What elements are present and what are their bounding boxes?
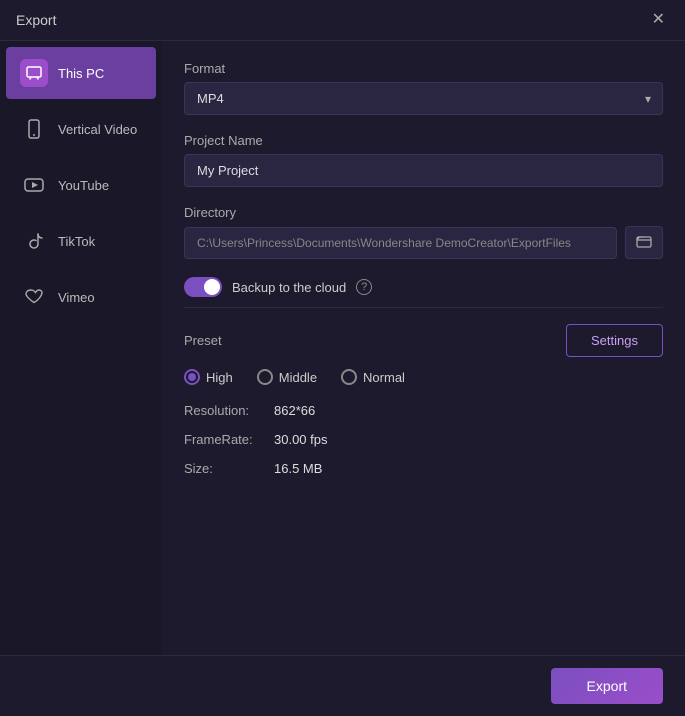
sidebar-item-youtube[interactable]: YouTube — [6, 159, 156, 211]
sidebar-item-label: TikTok — [58, 234, 95, 249]
browse-button[interactable] — [625, 226, 663, 259]
radio-high-outer — [184, 369, 200, 385]
youtube-icon — [20, 171, 48, 199]
format-group: Format MP4 MOV AVI GIF MP3 ▾ — [184, 61, 663, 115]
settings-button[interactable]: Settings — [566, 324, 663, 357]
format-label: Format — [184, 61, 663, 76]
sidebar-item-label: YouTube — [58, 178, 109, 193]
radio-high-inner — [188, 373, 196, 381]
sidebar: This PC Vertical Video YouTube — [0, 41, 162, 655]
radio-normal-label: Normal — [363, 370, 405, 385]
framerate-key: FrameRate: — [184, 432, 274, 447]
framerate-row: FrameRate: 30.00 fps — [184, 432, 663, 447]
sidebar-item-label: This PC — [58, 66, 104, 81]
size-value: 16.5 MB — [274, 461, 322, 476]
format-select-wrapper: MP4 MOV AVI GIF MP3 ▾ — [184, 82, 663, 115]
sidebar-item-label: Vimeo — [58, 290, 95, 305]
vimeo-icon — [20, 283, 48, 311]
sidebar-item-this-pc[interactable]: This PC — [6, 47, 156, 99]
close-button[interactable]: ✕ — [648, 10, 669, 30]
radio-high[interactable]: High — [184, 369, 233, 385]
export-button[interactable]: Export — [551, 668, 663, 704]
divider — [184, 307, 663, 308]
framerate-value: 30.00 fps — [274, 432, 328, 447]
cloud-backup-row: Backup to the cloud ? — [184, 277, 663, 297]
bottom-bar: Export — [0, 655, 685, 716]
sidebar-item-label: Vertical Video — [58, 122, 137, 137]
radio-middle-outer — [257, 369, 273, 385]
resolution-value: 862*66 — [274, 403, 315, 418]
preset-label: Preset — [184, 333, 222, 348]
directory-input[interactable] — [184, 227, 617, 259]
radio-high-label: High — [206, 370, 233, 385]
project-name-input[interactable] — [184, 154, 663, 187]
radio-normal-outer — [341, 369, 357, 385]
resolution-row: Resolution: 862*66 — [184, 403, 663, 418]
format-select[interactable]: MP4 MOV AVI GIF MP3 — [184, 82, 663, 115]
project-name-label: Project Name — [184, 133, 663, 148]
cloud-backup-label: Backup to the cloud — [232, 280, 346, 295]
directory-row — [184, 226, 663, 259]
tiktok-icon — [20, 227, 48, 255]
radio-normal[interactable]: Normal — [341, 369, 405, 385]
toggle-knob — [204, 279, 220, 295]
title-bar: Export ✕ — [0, 0, 685, 41]
main-layout: This PC Vertical Video YouTube — [0, 41, 685, 655]
phone-icon — [20, 115, 48, 143]
dialog-title: Export — [16, 12, 56, 28]
size-row: Size: 16.5 MB — [184, 461, 663, 476]
content-area: Format MP4 MOV AVI GIF MP3 ▾ Project Nam… — [162, 41, 685, 655]
project-name-group: Project Name — [184, 133, 663, 187]
radio-middle[interactable]: Middle — [257, 369, 317, 385]
sidebar-item-tiktok[interactable]: TikTok — [6, 215, 156, 267]
help-icon[interactable]: ? — [356, 279, 372, 295]
size-key: Size: — [184, 461, 274, 476]
monitor-icon — [20, 59, 48, 87]
radio-middle-label: Middle — [279, 370, 317, 385]
preset-radio-group: High Middle Normal — [184, 369, 663, 385]
sidebar-item-vimeo[interactable]: Vimeo — [6, 271, 156, 323]
sidebar-item-vertical-video[interactable]: Vertical Video — [6, 103, 156, 155]
resolution-key: Resolution: — [184, 403, 274, 418]
directory-label: Directory — [184, 205, 663, 220]
directory-group: Directory — [184, 205, 663, 259]
preset-row: Preset Settings — [184, 324, 663, 357]
cloud-backup-toggle[interactable] — [184, 277, 222, 297]
